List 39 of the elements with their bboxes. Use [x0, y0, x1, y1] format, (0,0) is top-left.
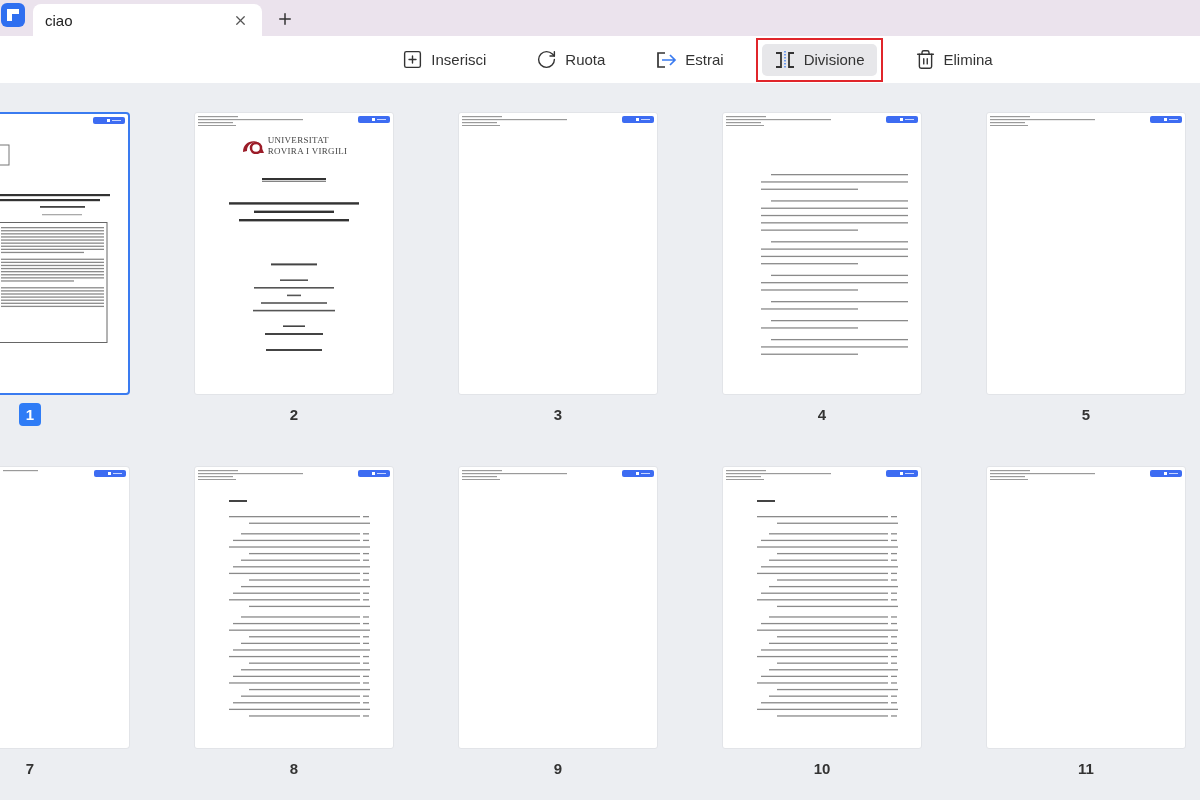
split-button[interactable]: Divisione: [761, 43, 877, 76]
badge-icon: [1150, 116, 1182, 123]
page-number: 11: [1077, 759, 1095, 779]
page-number: 8: [288, 759, 300, 779]
badge-icon: [358, 470, 390, 477]
page-number: 1: [18, 403, 42, 426]
badge-icon: [93, 117, 125, 124]
page-number: 9: [552, 759, 564, 779]
delete-button[interactable]: Elimina: [902, 43, 1005, 76]
page-image-icon: [0, 144, 10, 166]
badge-icon: [1150, 470, 1182, 477]
university-name: ROVIRA I VIRGILI: [267, 146, 348, 158]
page-number: 10: [812, 759, 832, 779]
page-number: 2: [288, 405, 300, 425]
badge-icon: [622, 470, 654, 477]
rotate-icon: [536, 49, 558, 70]
page-thumbnail[interactable]: UNIVERSITAT ROVIRA I VIRGILI: [194, 112, 394, 395]
page-number: 3: [552, 405, 564, 425]
university-emblem-icon: [240, 138, 265, 155]
page-number: 4: [816, 405, 828, 425]
new-tab-button[interactable]: [276, 10, 294, 28]
university-name: UNIVERSITAT: [267, 135, 330, 147]
rotate-button[interactable]: Ruota: [524, 43, 618, 76]
export-arrow-icon: [655, 49, 678, 70]
split-icon: [773, 49, 796, 70]
app-logo-icon[interactable]: [1, 3, 25, 27]
badge-icon: [886, 116, 918, 123]
extract-button[interactable]: Estrai: [643, 43, 736, 76]
delete-icon: [914, 49, 936, 70]
insert-button[interactable]: Inserisci: [390, 43, 499, 76]
page-thumbnail[interactable]: [0, 112, 130, 395]
badge-icon: [622, 116, 654, 123]
badge-icon: [886, 470, 918, 477]
page-number: 5: [1080, 405, 1092, 425]
badge-icon: [358, 116, 390, 123]
page-number: 7: [24, 759, 36, 779]
document-tab[interactable]: ciao: [33, 4, 262, 36]
add-page-icon: [402, 49, 424, 70]
badge-icon: [94, 470, 126, 477]
